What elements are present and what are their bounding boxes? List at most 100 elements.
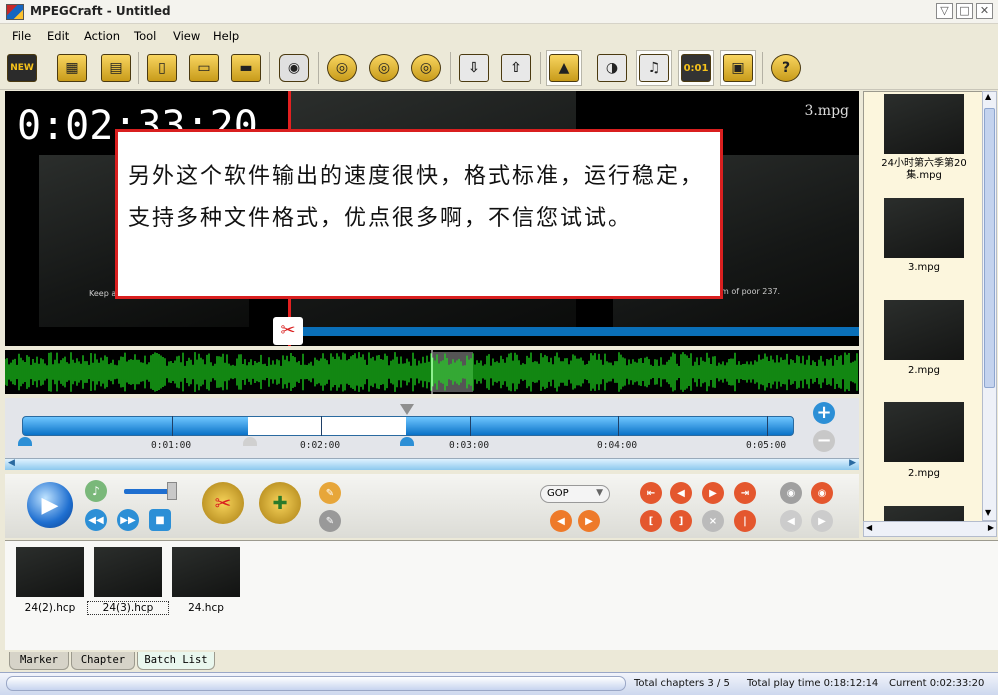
scissors-icon: ✂ [214, 491, 232, 515]
batch-item-label[interactable]: 24(3).hcp [87, 601, 169, 615]
menu-help[interactable]: Help [213, 29, 239, 43]
batch-item-label[interactable]: 24(2).hcp [10, 602, 90, 614]
video-preview[interactable]: Keep a m of poor 237. 0:02:33:20 3.mpg ✂… [5, 91, 859, 346]
timeline-tick [767, 416, 768, 436]
maximize-button[interactable]: □ [956, 3, 973, 19]
chapter-marker[interactable] [400, 437, 414, 446]
new-project-button[interactable]: NEW [4, 50, 40, 86]
scroll-left-icon[interactable]: ◀ [8, 458, 15, 468]
open-project-button[interactable]: ▯ [144, 50, 180, 86]
clip-thumbnail[interactable] [884, 94, 964, 154]
prev-chapter-button[interactable]: ◀ [780, 510, 802, 532]
chapter-marker[interactable] [18, 437, 32, 446]
menu-tool[interactable]: Tool [134, 29, 156, 43]
clip-list-panel[interactable]: 24小时第六季第20集.mpg 3.mpg 2.mpg 2.mpg [863, 91, 983, 524]
disc-tools-button[interactable]: ◎ [408, 50, 444, 86]
eye-icon: ◉ [817, 487, 827, 499]
toolbar-separator [450, 52, 451, 84]
arrow-left-icon: ◀ [557, 515, 565, 527]
export-button[interactable]: ⇧ [498, 50, 534, 86]
set-in-button[interactable]: [ [640, 510, 662, 532]
set-out-button[interactable]: ] [670, 510, 692, 532]
menu-action[interactable]: Action [84, 29, 120, 43]
help-button[interactable]: ? [768, 50, 804, 86]
audio-button[interactable]: ♪ [85, 480, 107, 502]
go-end-button[interactable]: ⇥ [734, 482, 756, 504]
audio-view-button[interactable]: ♫ [636, 50, 672, 86]
scroll-down-icon[interactable]: ▼ [985, 508, 991, 517]
preview-after-button[interactable]: ◉ [811, 482, 833, 504]
preview-before-button[interactable]: ◉ [780, 482, 802, 504]
go-start-button[interactable]: ⇤ [640, 482, 662, 504]
timeline-view-button[interactable]: ▲ [546, 50, 582, 86]
audio-waveform[interactable] [4, 350, 859, 394]
step-forward-button[interactable]: ▶ [702, 482, 724, 504]
import-button[interactable]: ⇩ [456, 50, 492, 86]
batch-thumbnail[interactable] [172, 547, 240, 597]
zoom-out-button[interactable]: − [813, 430, 835, 452]
scroll-right-icon[interactable]: ▶ [988, 523, 994, 532]
erase-button[interactable]: ✎ [319, 510, 341, 532]
scissors-icon[interactable]: ✂ [273, 317, 303, 345]
next-gop-button[interactable]: ▶ [578, 510, 600, 532]
volume-slider[interactable] [124, 489, 170, 494]
new-icon: NEW [7, 54, 37, 82]
batch-thumbnail[interactable] [16, 547, 84, 597]
scroll-thumb[interactable] [984, 108, 995, 388]
chapter-marker[interactable] [243, 437, 257, 446]
upload-arrow-icon: ⇧ [501, 54, 531, 82]
clip-thumbnail[interactable] [884, 300, 964, 360]
capture-button[interactable]: ◉ [276, 50, 312, 86]
menu-file[interactable]: File [12, 29, 31, 43]
disc-gear-icon: ◎ [411, 54, 441, 82]
prev-gop-button[interactable]: ◀ [550, 510, 572, 532]
clip-list-scrollbar[interactable]: ▲ ▼ [982, 91, 997, 521]
scroll-left-icon[interactable]: ◀ [866, 523, 872, 532]
tab-chapter[interactable]: Chapter [71, 652, 135, 670]
mark-button[interactable]: ✎ [319, 482, 341, 504]
disc-menu-button[interactable]: ◎ [366, 50, 402, 86]
clear-mark-button[interactable]: × [702, 510, 724, 532]
timeline-track[interactable] [22, 416, 794, 436]
import-video-button[interactable]: ▤ [98, 50, 134, 86]
play-button[interactable]: ▶ [27, 482, 73, 528]
next-chapter-button[interactable]: ▶ [811, 510, 833, 532]
tab-batch-list[interactable]: Batch List [137, 652, 215, 670]
volume-handle[interactable] [167, 482, 177, 500]
rewind-button[interactable]: ◀◀ [85, 509, 107, 531]
clip-thumbnail[interactable] [884, 402, 964, 462]
timeline-pointer-icon[interactable] [400, 404, 414, 415]
stop-button[interactable]: ■ [149, 509, 171, 531]
merge-button[interactable]: ✚ [259, 482, 301, 524]
minimize-button[interactable]: ▽ [936, 3, 953, 19]
split-button[interactable]: | [734, 510, 756, 532]
burn-disc-button[interactable]: ◎ [324, 50, 360, 86]
forward-button[interactable]: ▶▶ [117, 509, 139, 531]
film-join-icon: ✚ [272, 492, 288, 514]
batch-item-label[interactable]: 24.hcp [166, 602, 246, 614]
clip-thumbnail[interactable] [884, 198, 964, 258]
clip-label: 2.mpg [908, 365, 940, 376]
clip-name: 3.mpg [804, 103, 849, 119]
save-project-button[interactable]: ▭ [186, 50, 222, 86]
mode-select[interactable]: GOP ▼ [540, 485, 610, 503]
zoom-in-button[interactable]: + [813, 402, 835, 424]
timeline-scrollbar[interactable]: ◀ ▶ [5, 458, 859, 470]
menu-view[interactable]: View [173, 29, 200, 43]
scroll-up-icon[interactable]: ▲ [985, 92, 991, 101]
clip-list-hscrollbar[interactable]: ◀ ▶ [863, 521, 997, 537]
scroll-right-icon[interactable]: ▶ [849, 458, 856, 468]
batch-thumbnail[interactable] [94, 547, 162, 597]
slideshow-view-button[interactable]: ▣ [720, 50, 756, 86]
open-video-button[interactable]: ▦ [54, 50, 90, 86]
save-as-button[interactable]: ▬ [228, 50, 264, 86]
timeline-tick [618, 416, 619, 436]
cut-button[interactable]: ✂ [202, 482, 244, 524]
step-back-button[interactable]: ◀ [670, 482, 692, 504]
timecode-view-button[interactable]: 0:01 [678, 50, 714, 86]
prev-chapter-icon: ◀ [787, 515, 795, 527]
preview-view-button[interactable]: ◑ [594, 50, 630, 86]
close-button[interactable]: ✕ [976, 3, 993, 19]
tab-marker[interactable]: Marker [9, 652, 69, 670]
menu-edit[interactable]: Edit [47, 29, 69, 43]
